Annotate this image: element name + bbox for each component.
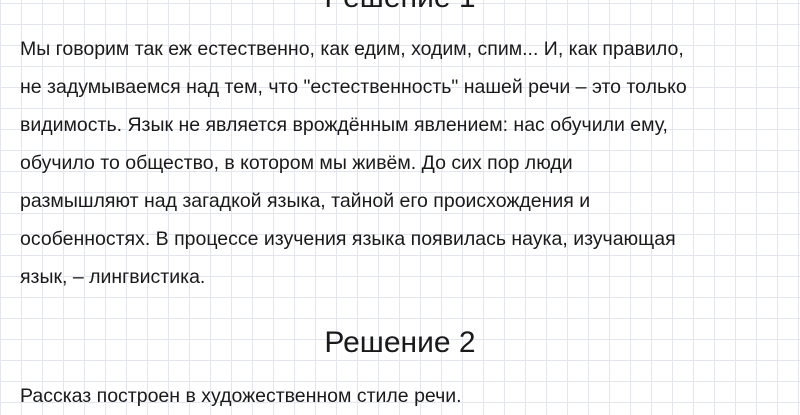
text-line: язык, – лингвистика. <box>20 266 206 288</box>
solution-2-heading: Решение 2 <box>324 326 476 359</box>
text-line: обучило то общество, в котором мы живём.… <box>20 152 573 174</box>
text-line: особенностях. В процессе изучения языка … <box>20 228 676 250</box>
solution-1-paragraph: Мы говорим так еж естественно, как едим,… <box>20 30 790 296</box>
solution-2-paragraph: Рассказ построен в художественном стиле … <box>20 377 790 415</box>
text-line: не задумываемся над тем, что "естественн… <box>20 76 687 98</box>
solution-1-heading: Решение 1 <box>0 0 800 16</box>
text-line: Мы говорим так еж естественно, как едим,… <box>20 38 684 60</box>
text-line: видимость. Язык не является врождённым я… <box>20 114 668 136</box>
text-line: размышляют над загадкой языка, тайной ег… <box>20 190 591 212</box>
text-line: Рассказ построен в художественном стиле … <box>20 385 462 407</box>
